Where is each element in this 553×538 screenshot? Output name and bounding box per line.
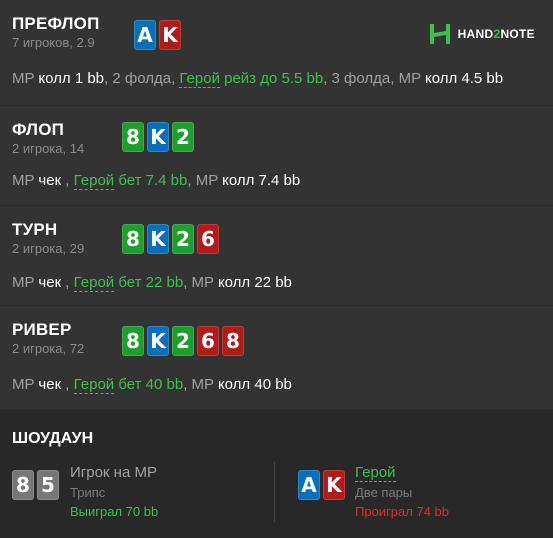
action-line: MP колл 1 bb, 2 фолда, Герой рейз до 5.5… — [12, 70, 504, 88]
playing-card: K — [147, 224, 169, 254]
hero-cards: AK — [298, 470, 345, 500]
playing-card: 5 — [37, 470, 59, 500]
action-text: рейз до 5.5 bb — [219, 70, 324, 87]
action-line: MP чек , Герой бет 7.4 bb, MP колл 7.4 b… — [12, 172, 301, 190]
hero-name-link[interactable]: Герой — [355, 464, 396, 482]
hero-link[interactable]: Герой — [179, 70, 220, 88]
action-text: MP — [12, 376, 39, 393]
villain-result: Выиграл 70 bb — [70, 504, 159, 519]
action-text: колл 4.5 bb — [424, 70, 504, 87]
street-title: ТУРН — [12, 220, 58, 239]
street-flop: ФЛОП 2 игрока, 14 8K2 MP чек , Герой бет… — [0, 106, 553, 206]
action-text: чек — [38, 172, 62, 189]
action-text: , MP — [187, 172, 223, 189]
showdown-title: ШОУДАУН — [12, 430, 94, 447]
action-text: чек — [38, 274, 62, 291]
showdown-section: ШОУДАУН 85 Игрок на MP Трипс Выиграл 70 … — [0, 410, 553, 538]
villain-cards: 85 — [12, 470, 59, 500]
action-text: , MP — [183, 274, 218, 291]
playing-card: K — [323, 470, 345, 500]
action-text: , MP — [183, 376, 218, 393]
action-text: MP — [12, 70, 39, 87]
showdown-divider — [274, 462, 275, 522]
playing-card: 8 — [222, 326, 244, 356]
action-line: MP чек , Герой бет 40 bb, MP колл 40 bb — [12, 376, 292, 394]
villain-name: Игрок на MP — [70, 464, 157, 481]
playing-card: 6 — [197, 326, 219, 356]
playing-card: 2 — [172, 224, 194, 254]
board-cards: AK — [134, 20, 181, 50]
board-cards: 8K26 — [122, 224, 219, 254]
playing-card: 8 — [122, 224, 144, 254]
street-subtitle: 2 игрока, 14 — [12, 141, 85, 156]
board-cards: 8K268 — [122, 326, 244, 356]
hand2note-logo: HAND2NOTE — [428, 22, 535, 46]
street-title: ФЛОП — [12, 120, 65, 139]
playing-card: 2 — [172, 326, 194, 356]
hand2note-logo-icon — [429, 24, 450, 44]
action-text: колл 22 bb — [217, 274, 292, 291]
street-title: ПРЕФЛОП — [12, 14, 100, 33]
hero-link[interactable]: Герой — [73, 172, 115, 190]
street-subtitle: 2 игрока, 72 — [12, 341, 85, 356]
street-turn: ТУРН 2 игрока, 29 8K26 MP чек , Герой бе… — [0, 206, 553, 306]
playing-card: 8 — [122, 122, 144, 152]
board-cards: 8K2 — [122, 122, 194, 152]
action-text: , 2 фолда, — [104, 70, 180, 87]
playing-card: A — [298, 470, 320, 500]
hero-hand: Две пары — [355, 485, 413, 500]
action-line: MP чек , Герой бет 22 bb, MP колл 22 bb — [12, 274, 292, 292]
playing-card: K — [159, 20, 181, 50]
playing-card: K — [147, 326, 169, 356]
playing-card: 8 — [122, 326, 144, 356]
hand2note-logo-text: HAND2NOTE — [457, 27, 535, 41]
action-text: MP — [12, 274, 39, 291]
action-text: колл 1 bb — [38, 70, 105, 87]
action-text: , — [61, 376, 74, 393]
hero-result: Проиграл 74 bb — [355, 504, 449, 519]
playing-card: A — [134, 20, 156, 50]
playing-card: K — [147, 122, 169, 152]
playing-card: 2 — [172, 122, 194, 152]
action-text: MP — [12, 172, 39, 189]
action-text: чек — [38, 376, 62, 393]
action-text: , 3 фолда, MP — [323, 70, 425, 87]
street-river: РИВЕР 2 игрока, 72 8K268 MP чек , Герой … — [0, 306, 553, 410]
street-preflop: ПРЕФЛОП 7 игроков, 2.9 AK HAND2NOTE MP к… — [0, 0, 553, 106]
playing-card: 8 — [12, 470, 34, 500]
action-text: бет 7.4 bb — [114, 172, 188, 189]
street-title: РИВЕР — [12, 320, 72, 339]
villain-hand: Трипс — [70, 485, 106, 500]
playing-card: 6 — [197, 224, 219, 254]
street-subtitle: 2 игрока, 29 — [12, 241, 85, 256]
action-text: бет 40 bb — [114, 376, 184, 393]
hero-link[interactable]: Герой — [73, 376, 115, 394]
action-text: , — [61, 274, 74, 291]
street-subtitle: 7 игроков, 2.9 — [12, 35, 95, 50]
hero-link[interactable]: Герой — [73, 274, 115, 292]
action-text: колл 7.4 bb — [222, 172, 301, 189]
action-text: колл 40 bb — [217, 376, 292, 393]
action-text: , — [61, 172, 74, 189]
action-text: бет 22 bb — [114, 274, 184, 291]
